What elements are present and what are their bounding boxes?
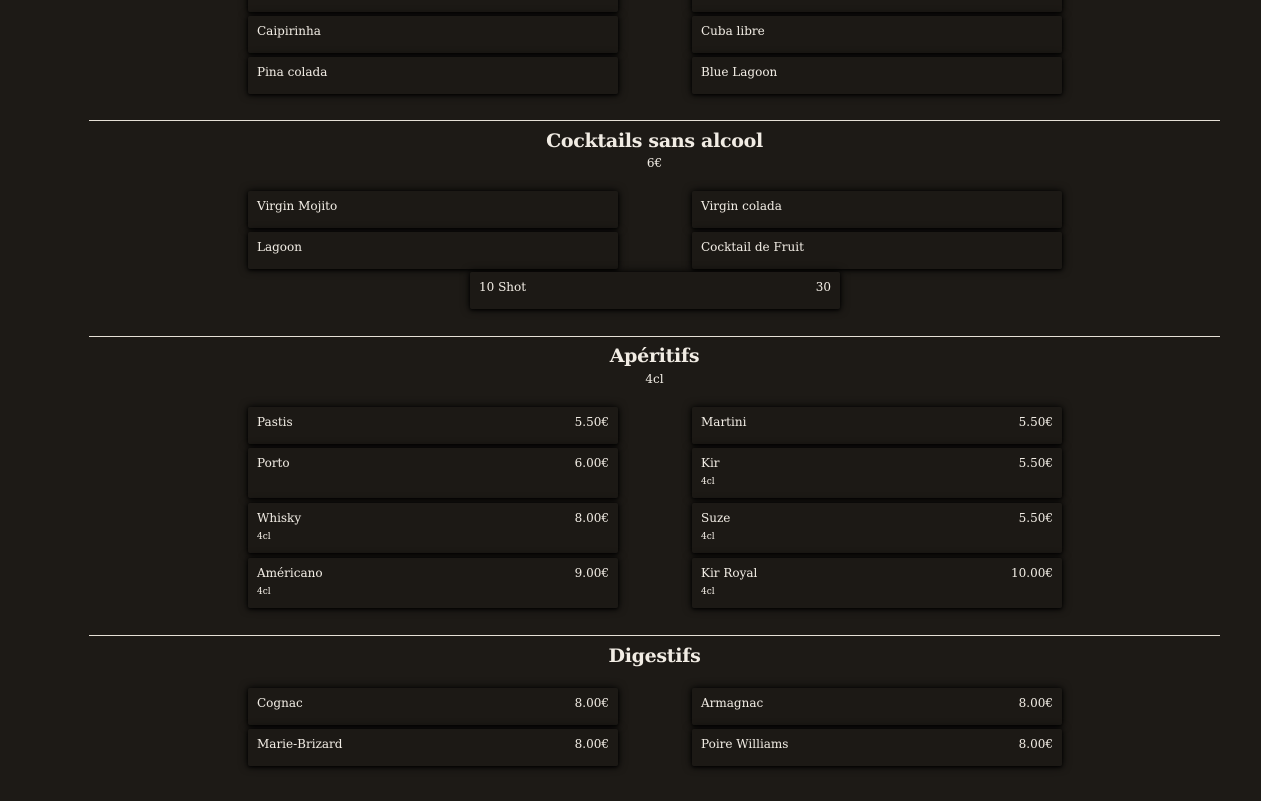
menu-item: Poire Williams 8.00€ [692,729,1062,766]
item-price: 5.50€ [574,415,609,429]
item-size: 4cl [701,532,715,542]
item-price: 8.00€ [574,737,609,751]
section-title: Apéritifs [609,345,700,367]
item-name: Kir Royal [701,566,758,580]
menu-item: Lagoon [248,232,618,269]
section-divider [89,120,1220,121]
menu-item-partial [248,0,618,12]
menu-item: Armagnac 8.00€ [692,688,1062,725]
menu-item: Cocktail de Fruit [692,232,1062,269]
section-title: Cocktails sans alcool [546,130,763,152]
item-price: 8.00€ [1018,737,1053,751]
item-name: Virgin Mojito [257,199,338,213]
menu-item: Caipirinha [248,16,618,53]
item-price: 8.00€ [574,511,609,525]
item-name: Cuba libre [701,24,765,38]
item-name: Blue Lagoon [701,65,778,79]
item-price: 8.00€ [1018,696,1053,710]
item-name: Martini [701,415,747,429]
item-name: Whisky [257,511,302,525]
menu-item: Porto 6.00€ [248,448,618,498]
menu-item: Cognac 8.00€ [248,688,618,725]
menu-item: Pina colada [248,57,618,94]
menu-item-shot: 10 Shot 30 [470,272,840,309]
menu-item: Martini 5.50€ [692,407,1062,444]
item-size: 4cl [257,587,271,597]
item-price: 6.00€ [574,456,609,470]
section-divider [89,635,1220,636]
menu-page: Caipirinha Cuba libre Pina colada Blue L… [0,0,1261,801]
item-name: Marie-Brizard [257,737,343,751]
item-price: 5.50€ [1018,456,1053,470]
item-price: 5.50€ [1018,511,1053,525]
menu-item: Kir 5.50€ 4cl [692,448,1062,498]
menu-item: Virgin Mojito [248,191,618,228]
item-name: Caipirinha [257,24,321,38]
menu-item: Suze 5.50€ 4cl [692,503,1062,553]
item-name: Virgin colada [701,199,782,213]
item-name: Porto [257,456,290,470]
item-name: Poire Williams [701,737,789,751]
item-name: Pastis [257,415,293,429]
item-name: Cocktail de Fruit [701,240,804,254]
item-price: 10.00€ [1011,566,1053,580]
menu-item: Blue Lagoon [692,57,1062,94]
item-size: 4cl [701,587,715,597]
menu-item-partial [692,0,1062,12]
menu-item: Virgin colada [692,191,1062,228]
section-title: Digestifs [608,645,701,667]
item-name: Suze [701,511,731,525]
item-name: Américano [257,566,323,580]
item-price: 9.00€ [574,566,609,580]
section-divider [89,336,1220,337]
item-name: Lagoon [257,240,302,254]
section-size: 4cl [645,372,664,386]
item-size: 4cl [701,477,715,487]
item-name: Kir [701,456,720,470]
menu-item: Cuba libre [692,16,1062,53]
item-name: Pina colada [257,65,328,79]
menu-item: Kir Royal 10.00€ 4cl [692,558,1062,608]
menu-item: Américano 9.00€ 4cl [248,558,618,608]
menu-item: Pastis 5.50€ [248,407,618,444]
section-price: 6€ [646,156,663,170]
item-size: 4cl [257,532,271,542]
item-name: Armagnac [701,696,764,710]
item-name: 10 Shot [479,280,527,294]
item-price: 8.00€ [574,696,609,710]
item-price: 30 [815,280,831,294]
menu-item: Whisky 8.00€ 4cl [248,503,618,553]
item-price: 5.50€ [1018,415,1053,429]
menu-item: Marie-Brizard 8.00€ [248,729,618,766]
item-name: Cognac [257,696,303,710]
